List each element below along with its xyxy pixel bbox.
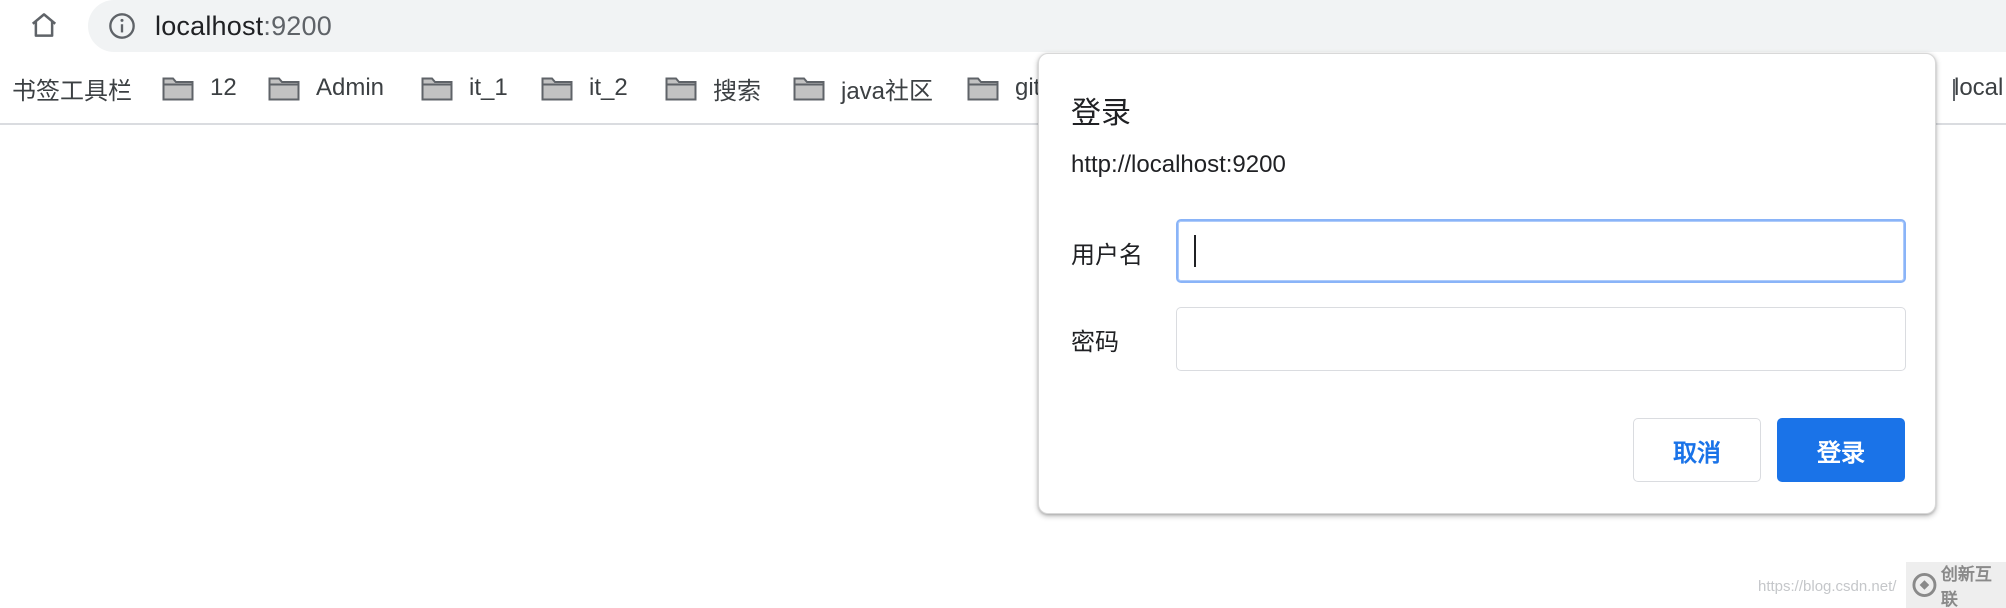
- bookmark-folder-12[interactable]: 12: [162, 70, 237, 106]
- bookmark-label: Admin: [316, 74, 385, 101]
- folder-icon: [541, 77, 573, 101]
- watermark-brand: 创新互联: [1940, 565, 1992, 608]
- folder-icon: [162, 77, 194, 101]
- url-text[interactable]: localhost:9200: [155, 9, 332, 43]
- folder-icon: [268, 77, 300, 101]
- bookmark-folder-java-community[interactable]: java社区: [793, 70, 933, 106]
- address-bar[interactable]: localhost:9200: [88, 0, 2006, 52]
- password-field[interactable]: [1176, 307, 1906, 371]
- bookmark-label: java社区: [841, 77, 934, 105]
- bookmark-local[interactable]: local: [1954, 70, 2006, 106]
- dialog-origin: http://localhost:9200: [1071, 151, 1286, 178]
- folder-icon: [665, 77, 697, 101]
- bookmark-label: git: [1015, 74, 1041, 101]
- bookmark-folder-admin[interactable]: Admin: [268, 70, 384, 106]
- home-button[interactable]: [26, 7, 62, 43]
- info-icon[interactable]: [108, 12, 136, 40]
- bookmark-label: it_2: [589, 74, 628, 101]
- bookmark-label: it_1: [469, 74, 508, 101]
- bookmark-folder-it-2[interactable]: it_2: [541, 70, 628, 106]
- bookmark-folder-it-1[interactable]: it_1: [421, 70, 508, 106]
- username-field[interactable]: [1176, 219, 1906, 283]
- bookmark-label: 搜索: [713, 77, 761, 105]
- login-button[interactable]: 登录: [1777, 418, 1905, 482]
- bookmarks-toolbar-label[interactable]: 书签工具栏: [12, 70, 132, 106]
- folder-icon: [967, 77, 999, 101]
- login-dialog: 登录 http://localhost:9200 用户名 密码 取消 登录: [1038, 53, 1936, 514]
- brand-logo-icon: [1912, 573, 1937, 597]
- bookmark-label: local: [1954, 74, 2004, 101]
- browser-window: localhost:9200 书签工具栏 12 Admin it_1 it_2 …: [0, 0, 2006, 608]
- bookmark-label: 12: [210, 74, 237, 101]
- folder-icon: [421, 77, 453, 101]
- bookmark-folder-search[interactable]: 搜索: [665, 70, 761, 106]
- dialog-title: 登录: [1071, 97, 1131, 130]
- folder-icon: [793, 77, 825, 101]
- home-icon: [31, 13, 57, 37]
- bookmark-folder-git[interactable]: git: [967, 70, 1040, 106]
- watermark-url: https://blog.csdn.net/: [1758, 578, 1897, 595]
- url-port: :9200: [263, 11, 332, 41]
- password-label: 密码: [1071, 329, 1119, 356]
- text-caret: [1194, 235, 1196, 267]
- toolbar: localhost:9200: [0, 0, 2006, 52]
- username-label: 用户名: [1071, 242, 1143, 269]
- url-host: localhost: [155, 11, 264, 41]
- watermark-logo: 创新互联: [1906, 562, 2006, 608]
- cancel-button[interactable]: 取消: [1633, 418, 1761, 482]
